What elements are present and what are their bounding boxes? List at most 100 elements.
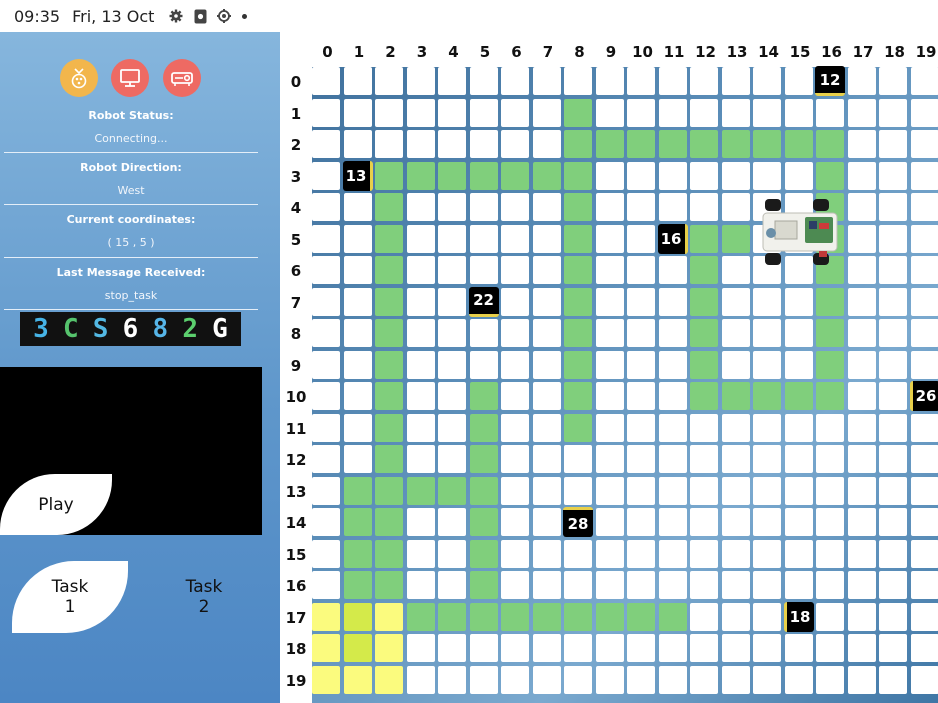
grid-cell[interactable] (532, 350, 561, 379)
grid-cell[interactable] (595, 602, 624, 631)
grid-cell[interactable] (469, 193, 498, 221)
grid-cell[interactable] (375, 571, 403, 599)
grid-cell[interactable] (469, 634, 498, 662)
grid-cell[interactable] (532, 508, 561, 536)
grid-cell[interactable] (627, 665, 655, 694)
grid-cell[interactable] (501, 67, 529, 95)
grid-cell[interactable] (690, 256, 718, 284)
grid-cell[interactable] (343, 634, 372, 662)
grid-cell[interactable] (910, 602, 938, 631)
grid-cell[interactable] (564, 287, 592, 316)
grid-cell[interactable] (343, 319, 372, 347)
grid-cell[interactable] (910, 476, 938, 505)
grid-cell[interactable] (595, 476, 624, 505)
grid-cell[interactable] (438, 161, 466, 190)
grid-cell[interactable] (375, 193, 403, 221)
grid-cell[interactable] (658, 508, 687, 536)
grid-cell[interactable] (721, 287, 750, 316)
grid-cell[interactable] (847, 224, 876, 253)
grid-cell[interactable] (816, 350, 844, 379)
grid-cell[interactable] (406, 413, 435, 442)
grid-cell[interactable] (910, 224, 938, 253)
grid-cell[interactable] (438, 539, 466, 568)
grid-cell[interactable] (501, 350, 529, 379)
grid-cell[interactable] (312, 382, 340, 410)
grid-cell[interactable] (721, 508, 750, 536)
grid-cell[interactable] (847, 665, 876, 694)
grid-cell[interactable] (784, 350, 813, 379)
grid-cell[interactable] (564, 382, 592, 410)
grid-cell[interactable] (564, 350, 592, 379)
grid-cell[interactable] (312, 476, 340, 505)
grid-cell[interactable] (564, 193, 592, 221)
grid-cell[interactable] (753, 287, 781, 316)
grid-cell[interactable] (784, 382, 813, 410)
grid-cell[interactable] (532, 665, 561, 694)
grid-cell[interactable] (690, 350, 718, 379)
grid-cell[interactable] (658, 319, 687, 347)
grid-cell[interactable] (469, 256, 498, 284)
grid-cell[interactable] (469, 98, 498, 127)
grid-cell[interactable] (501, 445, 529, 473)
grid-cell[interactable] (784, 413, 813, 442)
grid-cell[interactable] (784, 161, 813, 190)
grid-cell[interactable] (690, 319, 718, 347)
grid-cell[interactable] (627, 508, 655, 536)
grid-cell[interactable] (910, 287, 938, 316)
grid-cell[interactable] (627, 539, 655, 568)
grid-cell[interactable] (312, 130, 340, 158)
grid-cell[interactable] (375, 98, 403, 127)
grid-cell[interactable] (595, 256, 624, 284)
grid-cell[interactable] (532, 130, 561, 158)
grid-cell[interactable] (721, 602, 750, 631)
grid-cell[interactable] (721, 539, 750, 568)
grid-cell[interactable] (847, 413, 876, 442)
grid-cell[interactable] (910, 539, 938, 568)
grid-cell[interactable] (375, 602, 403, 631)
grid-cell[interactable] (690, 445, 718, 473)
grid-cell[interactable] (406, 445, 435, 473)
grid-cell[interactable] (879, 130, 907, 158)
grid-cell[interactable] (375, 539, 403, 568)
grid-cell[interactable] (690, 602, 718, 631)
grid-cell[interactable] (910, 193, 938, 221)
grid-cell[interactable] (690, 571, 718, 599)
grid-cell[interactable] (847, 634, 876, 662)
grid-cell[interactable] (627, 67, 655, 95)
grid-cell[interactable] (406, 539, 435, 568)
play-button[interactable]: Play (0, 474, 112, 535)
grid-cell[interactable] (501, 256, 529, 284)
grid-cell[interactable] (564, 476, 592, 505)
grid-cell[interactable] (721, 256, 750, 284)
grid-cell[interactable] (847, 571, 876, 599)
grid-cell[interactable] (343, 382, 372, 410)
grid-cell[interactable] (595, 130, 624, 158)
grid-cell[interactable] (343, 539, 372, 568)
grid-cell[interactable] (406, 634, 435, 662)
grid-cell[interactable] (721, 161, 750, 190)
grid-cell[interactable] (721, 382, 750, 410)
grid-cell[interactable] (501, 193, 529, 221)
grid-cell[interactable] (438, 256, 466, 284)
grid-cell[interactable] (658, 161, 687, 190)
grid-cell[interactable] (438, 382, 466, 410)
grid-cell[interactable] (910, 130, 938, 158)
grid-cell[interactable] (847, 445, 876, 473)
grid-cell[interactable] (721, 130, 750, 158)
grid-cell[interactable] (343, 665, 372, 694)
grid-cell[interactable] (564, 413, 592, 442)
grid-cell[interactable] (595, 508, 624, 536)
grid-cell[interactable] (816, 602, 844, 631)
grid-cell[interactable] (375, 634, 403, 662)
grid-cell[interactable] (690, 382, 718, 410)
grid-cell[interactable] (816, 130, 844, 158)
grid-cell[interactable] (375, 350, 403, 379)
grid-cell[interactable] (879, 445, 907, 473)
grid-cell[interactable] (438, 413, 466, 442)
grid-cell[interactable] (532, 571, 561, 599)
grid-cell[interactable] (721, 224, 750, 253)
grid-cell[interactable] (816, 571, 844, 599)
grid-cell[interactable] (627, 634, 655, 662)
grid-cell[interactable] (406, 161, 435, 190)
grid-cell[interactable] (721, 665, 750, 694)
